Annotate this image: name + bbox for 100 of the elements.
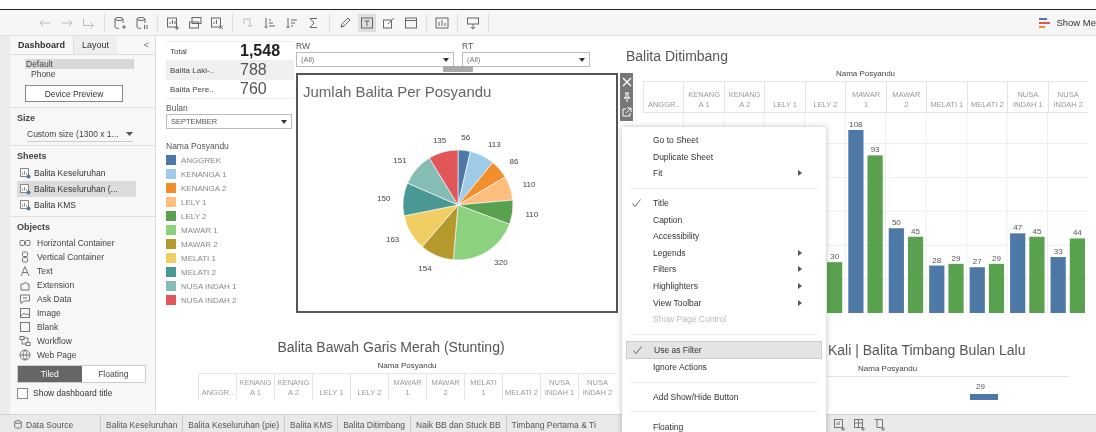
bar[interactable]: [988, 263, 1005, 313]
data-label: 110: [522, 180, 536, 190]
device-item[interactable]: Phone: [25, 69, 134, 79]
sheet-tab[interactable]: Balita Keseluruhan: [100, 415, 183, 432]
object-item[interactable]: Image: [17, 306, 149, 320]
duplicate-icon: [188, 15, 202, 30]
pie-slice[interactable]: [402, 182, 459, 217]
data-label: 56: [461, 133, 471, 143]
sheet-tab[interactable]: Balita Ditimbang: [337, 415, 411, 432]
data-label: 86: [509, 156, 519, 166]
pie-slice[interactable]: [421, 204, 459, 261]
add-data-source-icon: [113, 15, 127, 30]
bar[interactable]: [867, 155, 883, 313]
bar[interactable]: [848, 129, 864, 313]
data-label: 30: [830, 252, 840, 262]
menu-item[interactable]: Duplicate Sheet: [626, 148, 822, 166]
pie-slice[interactable]: [457, 199, 514, 225]
data-label: 93: [870, 145, 880, 155]
object-item[interactable]: Text: [17, 264, 149, 278]
sheet-tab[interactable]: Balita KMS: [284, 415, 338, 432]
legend-label: NUSA INDAH 2: [181, 295, 237, 305]
sheet-item[interactable]: Balita Keseluruhan: [17, 165, 136, 181]
menu-item[interactable]: Caption: [626, 211, 822, 228]
menu-item[interactable]: Highlighters: [626, 277, 822, 295]
show-me-button[interactable]: Show Me: [1039, 17, 1096, 28]
menu-item[interactable]: Fit: [626, 165, 822, 182]
pie-slice[interactable]: [429, 149, 459, 206]
bar[interactable]: [1010, 233, 1026, 313]
bar[interactable]: [1050, 257, 1066, 313]
object-item[interactable]: Horizontal Container: [17, 236, 149, 250]
object-item[interactable]: Ask Data: [17, 292, 149, 306]
data-label: 154: [418, 263, 432, 273]
object-item[interactable]: Extension: [17, 278, 149, 292]
layout-mode-toggle[interactable]: Floating: [81, 366, 145, 382]
sheet-tab[interactable]: Naik BB dan Stuck BB: [410, 415, 506, 432]
drag-handle[interactable]: [443, 66, 473, 72]
clear-sheet-icon: [210, 15, 224, 30]
filter-label: Bulan: [166, 103, 189, 114]
sort-ascending-icon: [263, 15, 277, 30]
data-source-tab[interactable]: Data Source: [0, 415, 100, 432]
pie-slice[interactable]: [453, 204, 510, 261]
object-item[interactable]: Vertical Container: [17, 250, 149, 264]
chart-title: Balita Bawah Garis Merah (Stunting): [276, 339, 506, 357]
sheet-item[interactable]: Balita KMS: [17, 197, 136, 213]
horizontal-container-icon: [19, 237, 31, 249]
label-icon: [360, 15, 374, 30]
layout-mode-toggle[interactable]: Tiled: [18, 366, 82, 382]
bar[interactable]: [907, 236, 924, 313]
menu-item[interactable]: Floating: [626, 418, 822, 432]
menu-item[interactable]: View Toolbar: [626, 294, 822, 311]
pie-slice[interactable]: [457, 176, 514, 206]
pin-icon[interactable]: [621, 92, 632, 102]
new-worksheet-icon[interactable]: [834, 418, 846, 431]
sort-descending-icon: [285, 15, 299, 30]
bar[interactable]: [1029, 236, 1045, 313]
data-label: 28: [932, 255, 942, 265]
checkbox[interactable]: [17, 387, 28, 399]
pie-slice[interactable]: [457, 162, 506, 206]
bar[interactable]: [948, 263, 964, 313]
bar[interactable]: [929, 265, 945, 313]
menu-item[interactable]: Accessibility: [626, 227, 822, 245]
close-icon[interactable]: [621, 77, 632, 87]
bar[interactable]: [1069, 238, 1085, 313]
menu-item[interactable]: Add Show/Hide Button: [626, 388, 822, 406]
legend-label: LELY 2: [181, 211, 207, 221]
chart-title: Balita Ditimbang: [626, 48, 729, 66]
worksheet-icon: [20, 183, 31, 195]
annotate-icon: [382, 15, 396, 30]
sheet-tab[interactable]: Timbang Pertama & Ti: [505, 415, 601, 432]
sidebar-tab[interactable]: Layout: [73, 36, 118, 54]
open-sheet-icon[interactable]: [621, 107, 632, 117]
legend-label: MAWAR 1: [181, 225, 218, 235]
menu-item[interactable]: Use as Filter: [626, 340, 822, 360]
legend-label: MELATI 1: [181, 253, 216, 263]
collapse-button[interactable]: <: [137, 36, 155, 54]
caret-icon: [126, 131, 133, 137]
bar[interactable]: [827, 262, 843, 313]
kpi-row[interactable]: Balita Pere.. 760: [166, 80, 294, 99]
speech-bubble-icon: [19, 293, 31, 305]
kpi-row[interactable]: Balita Laki-.. 788: [166, 61, 294, 80]
device-item[interactable]: Default: [25, 59, 134, 69]
menu-item[interactable]: Go to Sheet: [626, 132, 822, 149]
bar[interactable]: [969, 267, 985, 313]
sheet-tab[interactable]: Balita Keseluruhan (pie): [182, 415, 285, 432]
label-button[interactable]: [358, 13, 376, 32]
sheet-item[interactable]: Balita Keseluruhan (...: [17, 181, 136, 197]
size-dropdown[interactable]: Custom size (1300 x 1...: [27, 127, 133, 142]
bar[interactable]: [888, 228, 904, 313]
menu-item[interactable]: Title: [626, 194, 822, 212]
device-preview-button[interactable]: Device Preview: [25, 85, 123, 102]
object-item[interactable]: Blank: [17, 320, 149, 334]
new-dashboard-icon[interactable]: [854, 418, 866, 431]
object-item[interactable]: Web Page: [17, 348, 149, 362]
menu-item[interactable]: Filters: [626, 261, 822, 278]
object-item[interactable]: Workflow: [17, 334, 149, 348]
data-label: 47: [1013, 223, 1023, 233]
menu-item[interactable]: Legends: [626, 244, 822, 262]
pie-slice[interactable]: [407, 157, 459, 206]
pie-slice[interactable]: [403, 204, 459, 247]
new-story-icon[interactable]: [874, 418, 886, 431]
